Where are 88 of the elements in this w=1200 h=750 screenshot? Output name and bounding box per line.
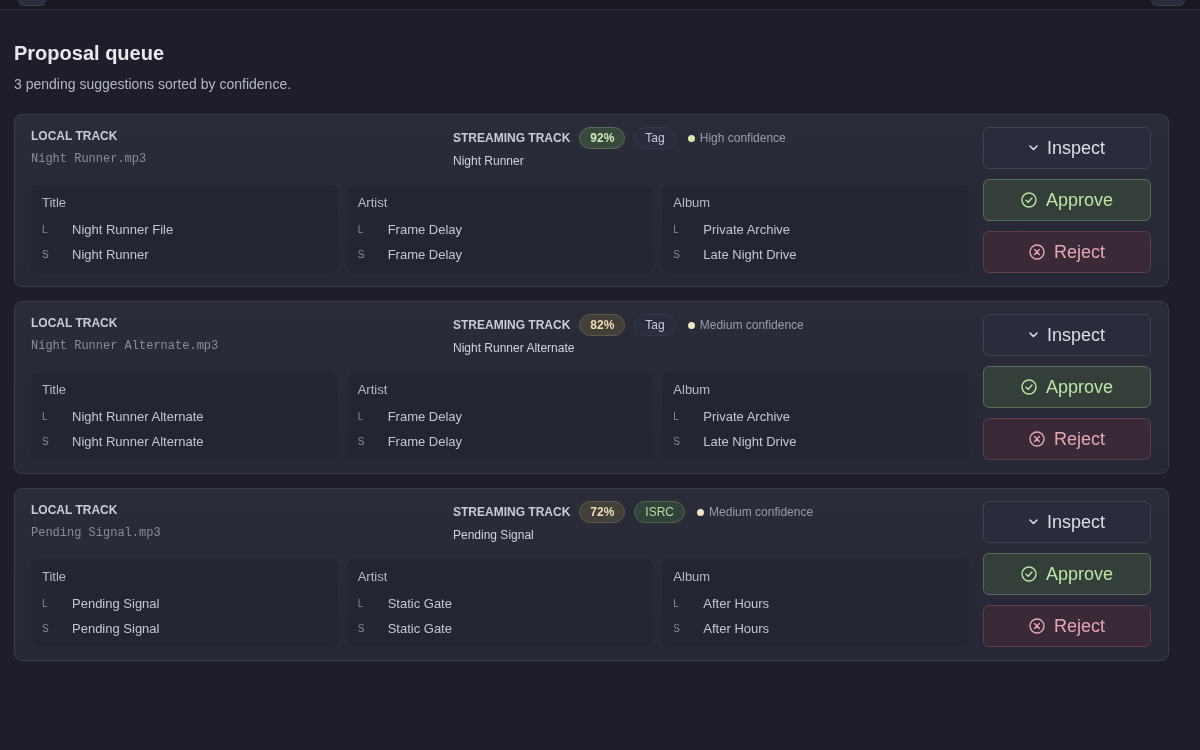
reject-button[interactable]: Reject xyxy=(983,231,1151,273)
source-marker: L xyxy=(42,410,49,424)
source-marker: S xyxy=(673,622,681,636)
local-track-label: LOCAL TRACK xyxy=(31,128,119,144)
source-marker: S xyxy=(42,622,50,636)
field-value: Private Archive xyxy=(703,409,791,425)
field-value: Frame Delay xyxy=(387,434,463,450)
field-label: Title xyxy=(42,382,68,398)
field-value: Frame Delay xyxy=(387,247,463,263)
field-label: Artist xyxy=(357,382,389,398)
source-marker: L xyxy=(42,597,49,611)
streaming-track-label: STREAMING TRACK xyxy=(453,130,571,146)
source-marker: L xyxy=(673,223,680,237)
chevron-down-icon xyxy=(1028,145,1038,151)
field-value: Night Runner File xyxy=(72,222,174,238)
source-marker: S xyxy=(357,622,366,636)
header-button[interactable] xyxy=(18,0,46,6)
approve-button[interactable]: Approve xyxy=(983,366,1151,408)
source-marker: L xyxy=(357,410,365,424)
score-pill: 92% xyxy=(579,127,626,149)
inspect-button[interactable]: Inspect xyxy=(983,501,1151,543)
chevron-down-icon xyxy=(1028,332,1038,338)
field-value: Pending Signal xyxy=(72,596,160,612)
page-subtitle: 3 pending suggestions sorted by confidence. xyxy=(14,75,293,93)
score-pill: 72% xyxy=(579,501,626,523)
inspect-button[interactable]: Inspect xyxy=(983,314,1151,356)
field-label: Artist xyxy=(357,569,389,585)
field-label: Album xyxy=(673,382,712,398)
field-value: Frame Delay xyxy=(387,222,463,238)
x-circle-icon xyxy=(1029,244,1045,260)
source-tag: ISRC xyxy=(634,501,686,523)
reject-button[interactable]: Reject xyxy=(983,605,1151,647)
field-value: Late Night Drive xyxy=(703,434,797,450)
header-button[interactable] xyxy=(1151,0,1185,6)
field-label: Album xyxy=(673,569,712,585)
source-marker: L xyxy=(357,223,365,237)
source-marker: S xyxy=(42,248,50,262)
field-label: Title xyxy=(42,569,68,585)
field-value: Night Runner xyxy=(72,247,149,263)
streaming-track-label: STREAMING TRACK xyxy=(453,317,571,333)
approve-button[interactable]: Approve xyxy=(983,553,1151,595)
confidence-label: Medium confidence xyxy=(709,505,814,519)
source-marker: L xyxy=(357,597,365,611)
streaming-title: Pending Signal xyxy=(453,527,535,543)
confidence-label: Medium confidence xyxy=(699,318,804,332)
source-marker: L xyxy=(42,223,49,237)
field-value: Frame Delay xyxy=(387,409,463,425)
local-file-name: Pending Signal.mp3 xyxy=(31,525,162,541)
field-value: After Hours xyxy=(703,596,770,612)
streaming-title: Night Runner Alternate xyxy=(453,340,576,356)
field-value: Night Runner Alternate xyxy=(72,434,204,450)
field-value: Late Night Drive xyxy=(703,247,797,263)
local-track-label: LOCAL TRACK xyxy=(31,502,119,518)
source-marker: S xyxy=(357,435,366,449)
source-marker: S xyxy=(673,248,681,262)
field-value: Private Archive xyxy=(703,222,791,238)
x-circle-icon xyxy=(1029,431,1045,447)
source-marker: S xyxy=(42,435,50,449)
source-marker: S xyxy=(673,435,681,449)
source-marker: L xyxy=(673,410,680,424)
x-circle-icon xyxy=(1029,618,1045,634)
streaming-title: Night Runner xyxy=(453,153,525,169)
field-value: Static Gate xyxy=(387,596,452,612)
local-track-label: LOCAL TRACK xyxy=(31,315,119,331)
local-file-name: Night Runner.mp3 xyxy=(31,151,148,167)
score-pill: 82% xyxy=(579,314,626,336)
approve-button[interactable]: Approve xyxy=(983,179,1151,221)
field-label: Artist xyxy=(357,195,389,211)
source-tag: Tag xyxy=(634,314,676,336)
confidence-label: High confidence xyxy=(699,131,786,145)
reject-button[interactable]: Reject xyxy=(983,418,1151,460)
local-file-name: Night Runner Alternate.mp3 xyxy=(31,338,220,354)
field-label: Title xyxy=(42,195,68,211)
check-circle-icon xyxy=(1020,566,1037,582)
source-marker: S xyxy=(357,248,366,262)
check-circle-icon xyxy=(1020,379,1037,395)
inspect-button[interactable]: Inspect xyxy=(983,127,1151,169)
page-title: Proposal queue xyxy=(14,41,166,65)
check-circle-icon xyxy=(1020,192,1037,208)
chevron-down-icon xyxy=(1028,519,1038,525)
field-value: Pending Signal xyxy=(72,621,160,637)
streaming-track-label: STREAMING TRACK xyxy=(453,504,571,520)
field-value: Night Runner Alternate xyxy=(72,409,204,425)
field-value: After Hours xyxy=(703,621,770,637)
source-marker: L xyxy=(673,597,680,611)
source-tag: Tag xyxy=(634,127,676,149)
field-label: Album xyxy=(673,195,712,211)
field-value: Static Gate xyxy=(387,621,452,637)
